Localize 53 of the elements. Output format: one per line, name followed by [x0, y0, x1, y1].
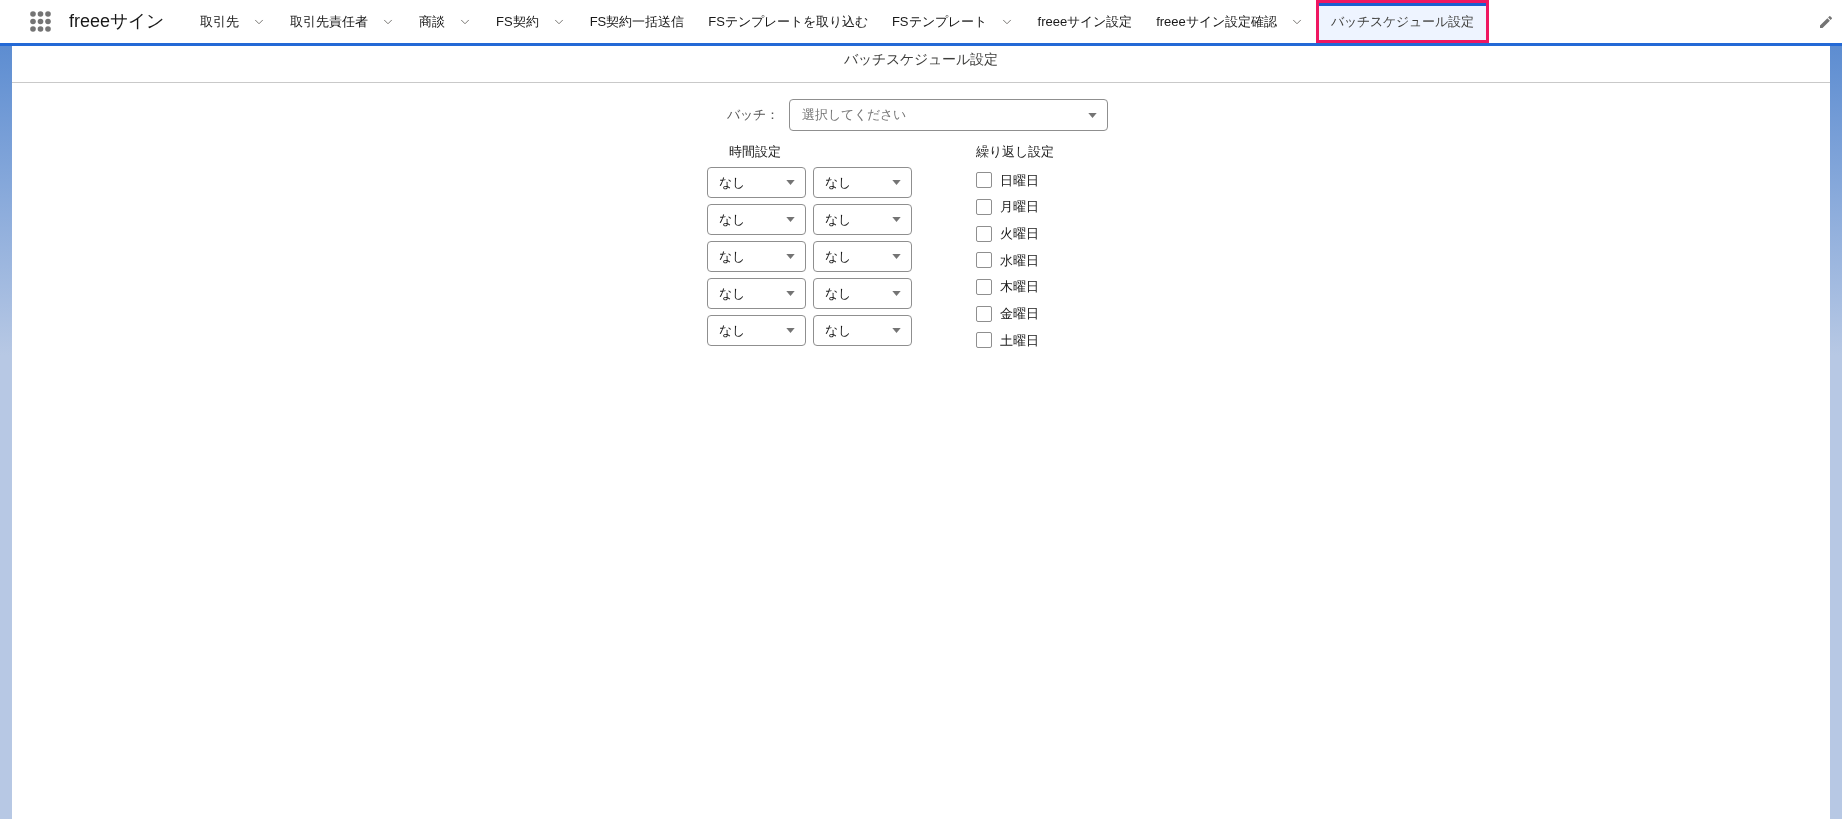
nav-tab[interactable]: 商談	[407, 0, 485, 43]
nav-tab[interactable]: FSテンプレート	[879, 0, 1026, 43]
checkbox[interactable]	[976, 252, 992, 269]
nav-tab[interactable]: バッチスケジュール設定	[1315, 0, 1489, 43]
day-label: 金曜日	[1000, 305, 1039, 324]
checkbox[interactable]	[976, 305, 992, 322]
time-select[interactable]: なし	[813, 167, 912, 198]
nav-tab[interactable]: FS契約一括送信	[577, 0, 697, 43]
pencil-icon[interactable]	[1818, 13, 1834, 30]
day-label: 火曜日	[1000, 224, 1039, 243]
checkbox[interactable]	[976, 279, 992, 296]
batch-select[interactable]: 選択してください	[789, 99, 1108, 131]
time-select[interactable]: なし	[813, 278, 912, 309]
section-label: 時間設定	[728, 143, 782, 161]
app-name: freeeサイン	[69, 10, 165, 33]
time-select[interactable]: なし	[813, 241, 912, 272]
app-grid-icon[interactable]	[30, 11, 51, 32]
caret-down-icon	[786, 291, 795, 296]
section-label: 繰り返し設定	[976, 143, 1054, 161]
nav-tab[interactable]: FS契約	[484, 0, 578, 43]
time-select[interactable]: なし	[707, 204, 806, 235]
caret-down-icon	[892, 180, 901, 185]
time-select[interactable]: なし	[707, 315, 806, 346]
time-select[interactable]: なし	[707, 241, 806, 272]
caret-down-icon	[786, 254, 795, 259]
nav-tab[interactable]: freeeサイン設定	[1025, 0, 1145, 43]
caret-down-icon	[786, 217, 795, 222]
checkbox[interactable]	[976, 172, 992, 189]
day-label: 木曜日	[1000, 278, 1039, 297]
time-select[interactable]: なし	[813, 204, 912, 235]
checkbox[interactable]	[976, 332, 992, 349]
day-label: 水曜日	[1000, 251, 1039, 270]
time-select[interactable]: なし	[813, 315, 912, 346]
caret-down-icon	[892, 254, 901, 259]
nav-tab[interactable]: 取引先責任者	[278, 0, 408, 43]
checkbox[interactable]	[976, 199, 992, 216]
caret-down-icon	[892, 328, 901, 333]
caret-down-icon	[786, 180, 795, 185]
nav-tab[interactable]: FSテンプレートを取り込む	[696, 0, 880, 43]
time-select[interactable]: なし	[707, 167, 806, 198]
nav-tab[interactable]: 取引先	[188, 0, 279, 43]
time-select[interactable]: なし	[707, 278, 806, 309]
batch-label: バッチ：	[726, 106, 780, 125]
checkbox[interactable]	[976, 225, 992, 242]
page-title: バッチスケジュール設定	[844, 50, 998, 69]
nav-tab[interactable]: freeeサイン設定確認	[1144, 0, 1316, 43]
caret-down-icon	[892, 291, 901, 296]
day-label: 日曜日	[1000, 171, 1039, 190]
caret-down-icon	[1088, 112, 1097, 118]
caret-down-icon	[892, 217, 901, 222]
day-label: 月曜日	[1000, 198, 1039, 217]
caret-down-icon	[786, 328, 795, 333]
day-label: 土曜日	[1000, 331, 1039, 350]
